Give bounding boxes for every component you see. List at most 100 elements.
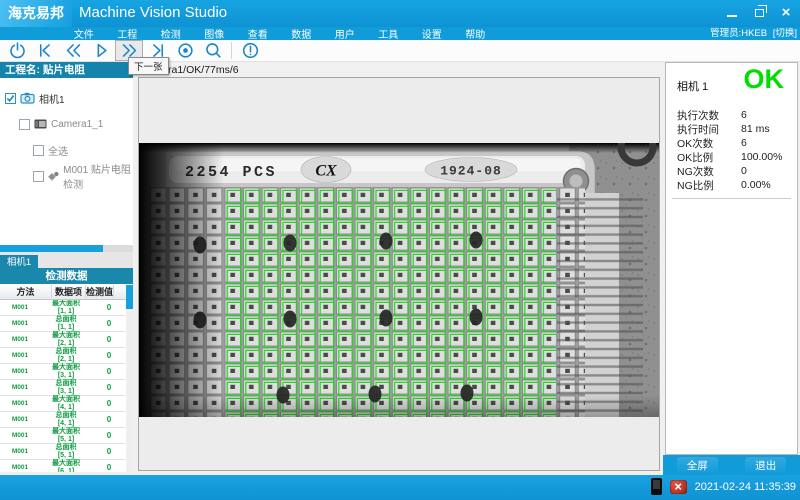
image-viewer-panel: Camera1/OK/77ms/6	[135, 62, 663, 473]
stat-value: 100.00%	[741, 151, 782, 163]
cell-item-index: [1, 1]	[40, 324, 92, 332]
switch-user-link[interactable]: [切换]	[773, 28, 797, 39]
footer-button-bar: 全屏 退出	[663, 455, 800, 475]
cell-item-index: [5, 1]	[40, 452, 92, 460]
connection-error-icon[interactable]	[670, 480, 687, 494]
minimize-icon	[727, 15, 737, 17]
tree-item-camera1[interactable]: 相机1	[0, 85, 133, 111]
m001-checkbox[interactable]	[33, 171, 44, 182]
table-scrollbar-thumb[interactable]	[126, 285, 133, 309]
table-row[interactable]: M001 总面积 [4, 1] 0	[0, 412, 126, 428]
cell-method: M001	[0, 416, 40, 423]
table-row[interactable]: M001 最大面积 [5, 1] 0	[0, 428, 126, 444]
cell-item-name: 总面积	[40, 412, 92, 420]
tree-item-select-all[interactable]: 全选	[0, 137, 133, 163]
cell-value: 0	[92, 303, 126, 312]
menu-item[interactable]: 设置	[410, 26, 454, 41]
table-body: M001 最大面积 [1, 1] 0 M001 总面积 [1, 1] 0	[0, 300, 126, 472]
first-image-button[interactable]	[31, 40, 59, 61]
tray-logo: CX	[315, 163, 337, 180]
column-header: 检测值	[86, 285, 114, 298]
cell-data-item: 总面积 [3, 1]	[40, 380, 92, 395]
stat-row: 执行次数 6	[677, 108, 789, 122]
title-bar: 海克易邦 Machine Vision Studio ×	[0, 0, 800, 27]
stat-label: NG比例	[677, 178, 741, 193]
menu-item[interactable]: 工具	[367, 26, 411, 41]
image-display-area[interactable]: 2254 PCS CX 1924-08	[138, 77, 660, 471]
cell-value: 0	[92, 415, 126, 424]
menu-item[interactable]: 工程	[106, 26, 150, 41]
cell-value: 0	[92, 351, 126, 360]
menu-item[interactable]: 用户	[323, 26, 367, 41]
app-title: Machine Vision Studio	[79, 4, 227, 21]
select-all-checkbox[interactable]	[33, 145, 44, 156]
brand-logo: 海克易邦	[0, 0, 72, 27]
info-icon	[241, 41, 260, 60]
cell-item-name: 总面积	[40, 380, 92, 388]
table-row[interactable]: M001 总面积 [1, 1] 0	[0, 316, 126, 332]
horizontal-scrollbar-thumb[interactable]	[0, 245, 103, 252]
cell-value: 0	[92, 335, 126, 344]
magnifier-icon	[204, 41, 223, 60]
camera1-checkbox[interactable]	[5, 93, 16, 104]
run-button[interactable]	[87, 40, 115, 61]
table-row[interactable]: M001 最大面积 [1, 1] 0	[0, 300, 126, 316]
menu-item[interactable]: 图像	[193, 26, 237, 41]
cell-value: 0	[92, 463, 126, 472]
cell-data-item: 最大面积 [6, 1]	[40, 460, 92, 472]
table-row[interactable]: M001 最大面积 [2, 1] 0	[0, 332, 126, 348]
exit-button[interactable]: 退出	[745, 457, 786, 474]
table-row[interactable]: M001 最大面积 [3, 1] 0	[0, 364, 126, 380]
table-row[interactable]: M001 总面积 [3, 1] 0	[0, 380, 126, 396]
cell-value: 0	[92, 367, 126, 376]
live-capture-button[interactable]	[171, 40, 199, 61]
table-row[interactable]: M001 最大面积 [4, 1] 0	[0, 396, 126, 412]
cell-item-name: 最大面积	[40, 332, 92, 340]
cell-item-name: 最大面积	[40, 428, 92, 436]
cell-value: 0	[92, 399, 126, 408]
device-status-icon[interactable]	[651, 478, 662, 495]
power-button[interactable]	[3, 40, 31, 61]
stats-camera-label: 相机 1	[677, 78, 708, 94]
tree-label-camera1: 相机1	[39, 91, 65, 106]
admin-label: 管理员:HKEB	[710, 28, 767, 39]
minimize-button[interactable]	[723, 3, 741, 21]
menu-item[interactable]: 检测	[149, 26, 193, 41]
previous-image-button[interactable]	[59, 40, 87, 61]
menu-items: 文件工程检测图像查看数据用户工具设置帮助	[62, 26, 497, 41]
cell-method: M001	[0, 432, 40, 439]
cell-item-name: 总面积	[40, 316, 92, 324]
table-row[interactable]: M001 总面积 [5, 1] 0	[0, 444, 126, 460]
camera1-1-checkbox[interactable]	[19, 119, 30, 130]
horizontal-scrollbar	[0, 245, 133, 252]
table-row[interactable]: M001 总面积 [2, 1] 0	[0, 348, 126, 364]
tree-item-module-m001[interactable]: M001 贴片电阻检测	[0, 163, 133, 189]
stat-value: 6	[741, 137, 747, 149]
tree-item-camera1-1[interactable]: Camera1_1	[0, 111, 133, 137]
stat-value: 81 ms	[741, 123, 770, 135]
menu-item[interactable]: 文件	[62, 26, 106, 41]
cell-value: 0	[92, 431, 126, 440]
tray-batch-code: 1924-08	[440, 164, 502, 179]
close-button[interactable]: ×	[777, 3, 795, 21]
menu-item[interactable]: 数据	[280, 26, 324, 41]
menu-item[interactable]: 查看	[236, 26, 280, 41]
zoom-button[interactable]	[199, 40, 227, 61]
cell-data-item: 总面积 [2, 1]	[40, 348, 92, 363]
cell-value: 0	[92, 447, 126, 456]
table-row[interactable]: M001 最大面积 [6, 1] 0	[0, 460, 126, 472]
skip-first-icon	[36, 41, 55, 60]
info-button[interactable]	[236, 40, 264, 61]
cell-data-item: 最大面积 [1, 1]	[40, 300, 92, 315]
cell-item-index: [3, 1]	[40, 388, 92, 396]
restore-button[interactable]	[750, 3, 768, 21]
stat-label: OK比例	[677, 150, 741, 165]
cell-value: 0	[92, 319, 126, 328]
menu-item[interactable]: 帮助	[454, 26, 498, 41]
stat-label: OK次数	[677, 136, 741, 151]
project-panel: 工程名: 贴片电阻 相机1 Came	[0, 62, 133, 245]
cell-item-index: [6, 1]	[40, 468, 92, 473]
camera-tab-strip: 相机1	[0, 252, 133, 268]
fullscreen-button[interactable]: 全屏	[677, 457, 718, 474]
admin-area: 管理员:HKEB [切换]	[710, 27, 797, 40]
